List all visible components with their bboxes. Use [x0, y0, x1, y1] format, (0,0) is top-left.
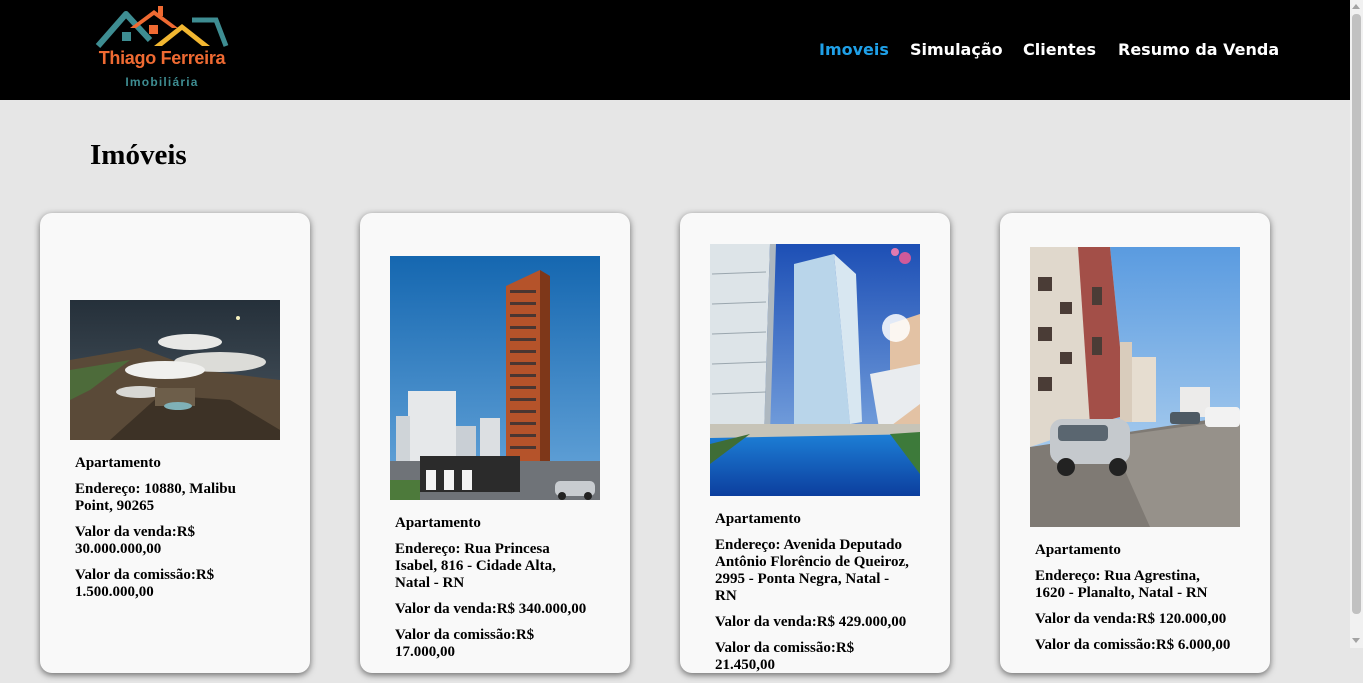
- scroll-up-arrow-icon[interactable]: [1352, 4, 1360, 9]
- property-address: Endereço: 10880, Malibu Point, 90265: [75, 481, 236, 514]
- property-sale-value: Valor da venda:R$ 429.000,00: [715, 614, 907, 630]
- property-card[interactable]: Apartamento Endereço: Rua Agrestina, 162…: [1000, 213, 1270, 673]
- property-info: Apartamento Endereço: Rua Princesa Isabe…: [395, 515, 591, 670]
- property-commission: Valor da comissão:R$ 21.450,00: [715, 640, 855, 673]
- property-photo: [1030, 247, 1240, 527]
- property-info: Apartamento Endereço: Rua Agrestina, 162…: [1035, 542, 1231, 663]
- logo-subtitle: Imobiliária: [125, 75, 199, 89]
- property-type: Apartamento: [1035, 542, 1121, 558]
- property-address: Endereço: Avenida Deputado Antônio Florê…: [715, 537, 909, 604]
- property-sale-value: Valor da venda:R$ 30.000.000,00: [75, 524, 196, 557]
- property-sale-value: Valor da venda:R$ 120.000,00: [1035, 611, 1227, 627]
- property-commission: Valor da comissão:R$ 1.500.000,00: [75, 567, 215, 600]
- nav-link-imoveis[interactable]: Imoveis: [819, 40, 889, 59]
- property-type: Apartamento: [715, 511, 801, 527]
- property-photo: [390, 256, 600, 500]
- property-type: Apartamento: [395, 515, 481, 531]
- property-type: Apartamento: [75, 455, 161, 471]
- scroll-thumb[interactable]: [1352, 14, 1361, 614]
- property-address: Endereço: Rua Agrestina, 1620 - Planalto…: [1035, 568, 1208, 601]
- property-info: Apartamento Endereço: Avenida Deputado A…: [715, 511, 911, 683]
- property-commission: Valor da comissão:R$ 17.000,00: [395, 627, 535, 660]
- property-photo: [710, 244, 920, 496]
- page-title: Imóveis: [90, 139, 187, 171]
- house-roofs-icon: [95, 6, 229, 48]
- property-commission: Valor da comissão:R$ 6.000,00: [1035, 637, 1231, 653]
- vertical-scrollbar[interactable]: [1350, 0, 1363, 648]
- property-sale-value: Valor da venda:R$ 340.000,00: [395, 601, 587, 617]
- top-navbar: Thiago Ferreira Imobiliária Imoveis Simu…: [0, 0, 1350, 100]
- property-address: Endereço: Rua Princesa Isabel, 816 - Cid…: [395, 541, 556, 591]
- nav-link-simulacao[interactable]: Simulação: [910, 40, 1003, 59]
- nav-link-clientes[interactable]: Clientes: [1023, 40, 1096, 59]
- brand-logo[interactable]: Thiago Ferreira Imobiliária: [92, 6, 232, 94]
- property-info: Apartamento Endereço: 10880, Malibu Poin…: [75, 455, 271, 610]
- logo-name: Thiago Ferreira: [98, 48, 226, 68]
- property-card[interactable]: Apartamento Endereço: Rua Princesa Isabe…: [360, 213, 630, 673]
- property-card[interactable]: Apartamento Endereço: 10880, Malibu Poin…: [40, 213, 310, 673]
- property-card[interactable]: Apartamento Endereço: Avenida Deputado A…: [680, 213, 950, 673]
- property-photo: [70, 300, 280, 440]
- scroll-down-arrow-icon[interactable]: [1352, 638, 1360, 643]
- nav-link-resumo-da-venda[interactable]: Resumo da Venda: [1118, 40, 1279, 59]
